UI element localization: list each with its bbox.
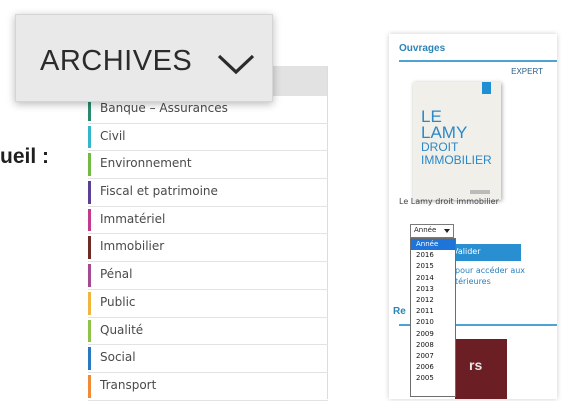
category-color-bar: [88, 374, 91, 398]
category-color-bar: [88, 153, 91, 177]
year-options-list: Année 2016 2015 2014 2013 2012 2011 2010 2009 200…: [410, 238, 456, 397]
year-select[interactable]: Année: [410, 224, 454, 238]
year-option[interactable]: 2009: [411, 329, 455, 340]
year-option[interactable]: 2014: [411, 273, 455, 284]
category-label: Banque – Assurances: [100, 101, 228, 115]
category-color-bar: [88, 181, 91, 204]
book-title-line: LAMY: [421, 123, 468, 142]
year-option[interactable]: 2010: [411, 317, 455, 328]
archives-label: ARCHIVES: [40, 45, 193, 77]
category-color-bar: [88, 291, 91, 315]
category-label: Public: [100, 294, 136, 309]
category-label: Fiscal et patrimoine: [100, 184, 218, 199]
archives-link[interactable]: pour accéder aux: [455, 266, 525, 275]
year-option[interactable]: 2013: [411, 284, 455, 295]
category-label: Pénal: [100, 267, 133, 282]
book-title-line: IMMOBILIER: [421, 153, 492, 167]
category-list: Banque – Assurances Civil Environnement Fis…: [88, 66, 328, 401]
year-select-value: Année: [414, 226, 437, 234]
category-item[interactable]: Environnement: [88, 151, 328, 180]
page-heading-fragment: ueil :: [0, 145, 50, 168]
archives-link[interactable]: térieures: [455, 277, 491, 286]
expert-badge: EXPERT: [511, 67, 543, 76]
panel-title: Ouvrages: [399, 43, 446, 54]
year-option[interactable]: 2005: [411, 373, 455, 384]
category-label: Immobilier: [100, 239, 165, 254]
year-option[interactable]: 2011: [411, 306, 455, 317]
category-item[interactable]: Pénal: [88, 262, 328, 290]
category-label: Social: [100, 350, 136, 365]
publisher-logo: [470, 190, 490, 194]
category-color-bar: [88, 125, 91, 149]
category-label: Immatériel: [100, 211, 166, 226]
book-caption: Le Lamy droit immobilier: [399, 197, 499, 206]
section-title: Re: [393, 306, 406, 317]
year-option[interactable]: 2008: [411, 340, 455, 351]
year-option[interactable]: 2007: [411, 351, 455, 362]
category-item[interactable]: Qualité: [88, 318, 328, 346]
category-color-bar: [88, 208, 91, 232]
year-option[interactable]: 2012: [411, 295, 455, 306]
category-color-bar: [88, 319, 91, 343]
panel-divider: [399, 60, 557, 62]
book-cover[interactable]: rs: [455, 339, 507, 399]
category-item[interactable]: Immobilier: [88, 234, 328, 263]
bookmark-icon: [482, 82, 491, 94]
category-item[interactable]: Social: [88, 345, 328, 373]
year-option[interactable]: 2015: [411, 261, 455, 272]
category-label: Environnement: [100, 156, 192, 171]
book-cover[interactable]: LE LAMY DROIT IMMOBILIER: [413, 82, 501, 200]
category-color-bar: [88, 236, 91, 260]
validate-button-label: Valider: [453, 247, 481, 256]
category-label: Transport: [100, 377, 157, 392]
category-item[interactable]: Civil: [88, 124, 328, 152]
chevron-down-icon: [217, 54, 255, 75]
category-item[interactable]: Transport: [88, 373, 328, 401]
category-item[interactable]: Immatériel: [88, 207, 328, 235]
year-option[interactable]: 2016: [411, 250, 455, 261]
category-item[interactable]: Fiscal et patrimoine: [88, 179, 328, 207]
category-color-bar: [88, 347, 91, 370]
category-item[interactable]: Public: [88, 290, 328, 318]
book-title-fragment: rs: [469, 357, 483, 373]
archives-dropdown-button[interactable]: ARCHIVES: [15, 14, 273, 102]
category-color-bar: [88, 264, 91, 287]
category-label: Civil: [100, 128, 126, 143]
category-label: Qualité: [100, 322, 144, 337]
dropdown-arrow-icon: [444, 229, 450, 233]
year-option[interactable]: Année: [411, 239, 455, 251]
year-option[interactable]: 2006: [411, 362, 455, 373]
book-title-line: DROIT: [421, 140, 459, 154]
